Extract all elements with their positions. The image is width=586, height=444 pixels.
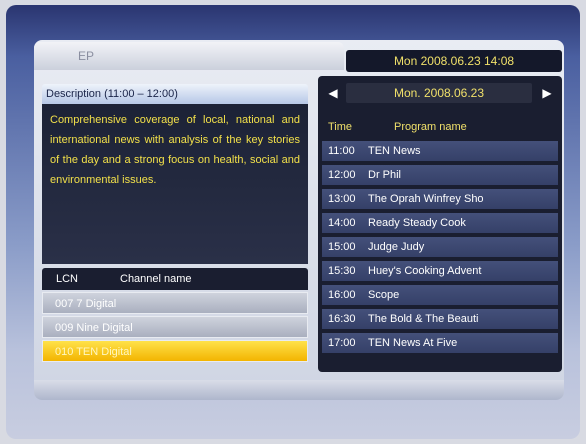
program-time: 17:00 [328,337,356,349]
program-row[interactable]: 13:00 The Oprah Winfrey Sho [322,189,558,210]
right-arrow-icon[interactable]: ▶ [540,82,554,104]
date-navigator: ◀ Mon. 2008.06.23 ▶ [326,82,554,104]
program-row[interactable]: 11:00 TEN News [322,141,558,162]
program-name: Ready Steady Cook [368,217,466,229]
program-name: Dr Phil [368,169,402,181]
program-time: 16:00 [328,289,356,301]
program-time: 11:00 [328,145,355,157]
program-time: 14:00 [328,217,356,229]
program-row[interactable]: 15:00 Judge Judy [322,237,558,258]
program-row[interactable]: 14:00 Ready Steady Cook [322,213,558,234]
help-bar [34,380,564,400]
channel-row[interactable]: 007 7 Digital [42,292,308,314]
program-time: 15:30 [328,265,356,277]
program-name: Huey's Cooking Advent [368,265,482,277]
program-row[interactable]: 17:00 TEN News At Five [322,333,558,354]
program-row[interactable]: 12:00 Dr Phil [322,165,558,186]
program-list-header: Time Program name [322,116,558,138]
program-time: 16:30 [328,313,356,325]
program-time: 12:00 [328,169,356,181]
program-time: 13:00 [328,193,356,205]
program-name: Scope [368,289,400,301]
program-name: Judge Judy [368,241,425,253]
program-name: The Bold & The Beauti [368,313,479,325]
program-row[interactable]: 16:30 The Bold & The Beauti [322,309,558,330]
current-datetime: Mon 2008.06.23 14:08 [346,50,562,72]
program-name: TEN News At Five [368,337,458,349]
time-column-header: Time [328,121,353,133]
description-header: Description (11:00 – 12:00) [42,84,308,104]
channel-row-selected[interactable]: 010 TEN Digital [42,340,308,362]
program-name: TEN News [368,145,421,157]
program-name-column-header: Program name [394,121,467,133]
left-arrow-icon[interactable]: ◀ [326,82,340,104]
program-row[interactable]: 15:30 Huey's Cooking Advent [322,261,558,282]
channel-list-header: LCN Channel name [42,268,308,290]
program-name: The Oprah Winfrey Sho [368,193,484,205]
lcn-column-header: LCN [56,273,79,285]
description-text: Comprehensive coverage of local, nationa… [42,104,308,264]
program-row[interactable]: 16:00 Scope [322,285,558,306]
program-time: 15:00 [328,241,356,253]
channel-name-column-header: Channel name [120,273,192,285]
guide-date: Mon. 2008.06.23 [346,83,532,103]
epg-title-tab: EP [34,42,344,70]
channel-row[interactable]: 009 Nine Digital [42,316,308,338]
